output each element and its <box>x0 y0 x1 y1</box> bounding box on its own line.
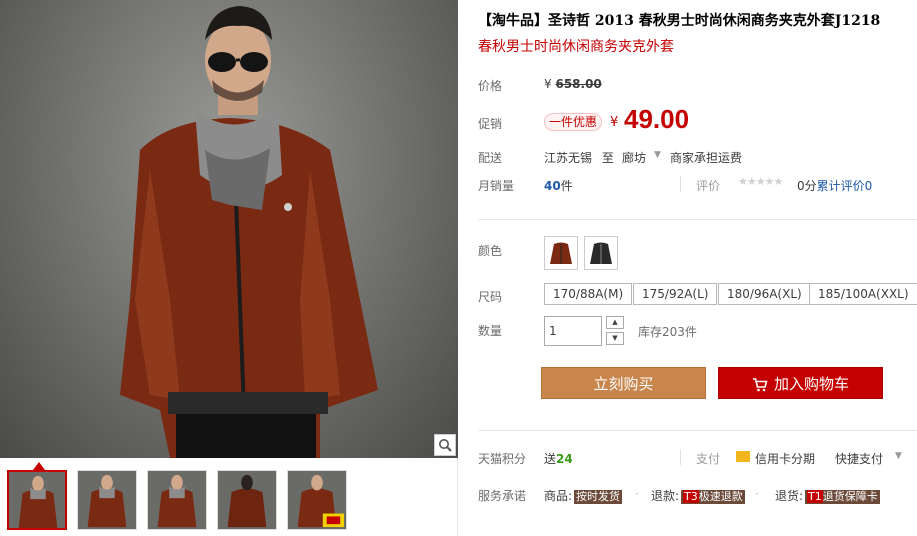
thumbnail-5[interactable] <box>287 470 347 530</box>
active-thumb-indicator <box>33 462 45 470</box>
shipping-origin-text: 江苏无锡 <box>544 151 593 165</box>
zoom-icon <box>439 439 452 452</box>
promise-return-label: 退货: <box>775 489 804 503</box>
model-photo <box>120 6 378 458</box>
service-promise-label: 服务承诺 <box>478 489 527 503</box>
promise-refund-tag: T3极速退款 <box>681 490 745 504</box>
promise-return[interactable]: 退货: T1退货保障卡 <box>775 487 880 504</box>
quantity-label: 数量 <box>478 324 503 338</box>
thumbnail-4[interactable] <box>217 470 277 530</box>
thumbnail-2[interactable] <box>77 470 137 530</box>
thumbnail-image <box>9 472 65 528</box>
monthly-sales-label: 月销量 <box>478 179 515 193</box>
size-option-xxl[interactable]: 185/100A(XXL) <box>809 283 917 305</box>
credit-installment-link[interactable]: 信用卡分期 <box>755 450 815 467</box>
star-rating-icon: ★★★★★ <box>738 175 783 188</box>
shipping-destination: 廊坊 <box>622 151 647 165</box>
color-option-black[interactable] <box>584 236 618 270</box>
points-prefix: 送 <box>544 452 557 466</box>
shipping-label: 配送 <box>478 151 503 165</box>
thumbnail-1[interactable] <box>7 470 67 530</box>
monthly-sales: 40件 <box>544 177 573 194</box>
promise-return-tag: T1退货保障卡 <box>805 490 880 504</box>
brown-jacket-swatch <box>550 242 572 264</box>
shipping-to-word: 至 <box>601 151 614 165</box>
divider <box>680 176 681 192</box>
promise-goods-tag: 按时发货 <box>574 490 623 504</box>
buy-now-button[interactable]: 立刻购买 <box>541 367 706 399</box>
stock-count: 库存203件 <box>638 325 697 339</box>
quantity-decrease-button[interactable]: ▼ <box>606 332 624 345</box>
main-product-image[interactable] <box>0 0 458 458</box>
promise-refund-label: 退款: <box>651 489 680 503</box>
thumbnail-image <box>78 471 136 529</box>
size-option-xl[interactable]: 180/96A(XL) <box>718 283 811 305</box>
product-title: 【淘牛品】圣诗哲 2013 春秋男士时尚休闲商务夹克外套J1218 <box>478 13 881 29</box>
divider <box>680 449 681 465</box>
promo-currency-symbol: ¥ <box>610 115 619 130</box>
quantity-increase-button[interactable]: ▲ <box>606 316 624 329</box>
shipping-fee: 商家承担运费 <box>670 151 743 165</box>
chevron-down-icon[interactable]: ▼ <box>895 451 902 461</box>
promise-goods-label: 商品: <box>544 489 573 503</box>
promise-refund-text: 极速退款 <box>698 490 743 503</box>
product-gallery <box>0 0 458 536</box>
payment-label: 支付 <box>696 452 721 466</box>
cart-icon <box>752 377 768 391</box>
monthly-sales-count: 40 <box>544 179 561 193</box>
add-to-cart-button[interactable]: 加入购物车 <box>718 367 883 399</box>
separator-dot: · <box>635 487 639 501</box>
zoom-button[interactable] <box>434 434 456 456</box>
divider <box>478 430 917 431</box>
add-to-cart-label: 加入购物车 <box>773 375 849 393</box>
monthly-sales-unit: 件 <box>560 179 573 193</box>
promise-goods[interactable]: 商品: 按时发货 <box>544 487 623 504</box>
color-option-brown[interactable] <box>544 236 578 270</box>
review-score: 0分 <box>797 179 817 193</box>
review-summary[interactable]: 0分累计评价0 <box>797 177 872 194</box>
product-subtitle: 春秋男士时尚休闲商务夹克外套 <box>478 39 674 55</box>
divider <box>478 219 917 220</box>
quantity-input[interactable] <box>544 316 602 346</box>
points-label: 天猫积分 <box>478 452 527 466</box>
thumbnail-strip <box>0 458 458 536</box>
size-option-m[interactable]: 170/88A(M) <box>544 283 633 305</box>
separator-dot: · <box>755 487 759 501</box>
original-price-value: 658.00 <box>555 77 602 91</box>
review-count-link[interactable]: 累计评价 <box>817 179 865 193</box>
color-label: 颜色 <box>478 244 503 258</box>
thumbnail-image <box>218 471 276 529</box>
thumbnail-image <box>148 471 206 529</box>
points-amount: 24 <box>556 452 573 466</box>
size-option-l[interactable]: 175/92A(L) <box>633 283 718 305</box>
review-label: 评价 <box>696 179 721 193</box>
product-detail-panel: 【淘牛品】圣诗哲 2013 春秋男士时尚休闲商务夹克外套J1218 春秋男士时尚… <box>458 0 917 536</box>
size-label: 尺码 <box>478 290 503 304</box>
black-jacket-swatch <box>590 242 612 264</box>
promo-badge: 一件优惠 <box>544 113 603 131</box>
currency-symbol: ¥ <box>544 77 552 91</box>
chevron-down-icon[interactable]: ▼ <box>654 150 661 160</box>
shipping-destination-select[interactable]: 廊坊 <box>622 149 646 166</box>
shipping-origin: 江苏无锡 至 <box>544 149 614 166</box>
credit-card-icon <box>736 451 750 462</box>
quick-pay-dropdown[interactable]: 快捷支付 <box>835 450 883 467</box>
promise-refund-code: T3 <box>683 490 699 503</box>
thumbnail-3[interactable] <box>147 470 207 530</box>
original-price: ¥ 658.00 <box>544 77 602 91</box>
promo-price: 49.00 <box>624 104 690 134</box>
points-value: 送24 <box>544 450 573 467</box>
promise-return-code: T1 <box>807 490 823 503</box>
promise-refund[interactable]: 退款: T3极速退款 <box>651 487 745 504</box>
price-label: 价格 <box>478 79 503 93</box>
review-count[interactable]: 0 <box>865 179 873 193</box>
promise-return-text: 退货保障卡 <box>822 490 878 503</box>
promo-label: 促销 <box>478 117 503 131</box>
thumbnail-image <box>288 471 346 529</box>
